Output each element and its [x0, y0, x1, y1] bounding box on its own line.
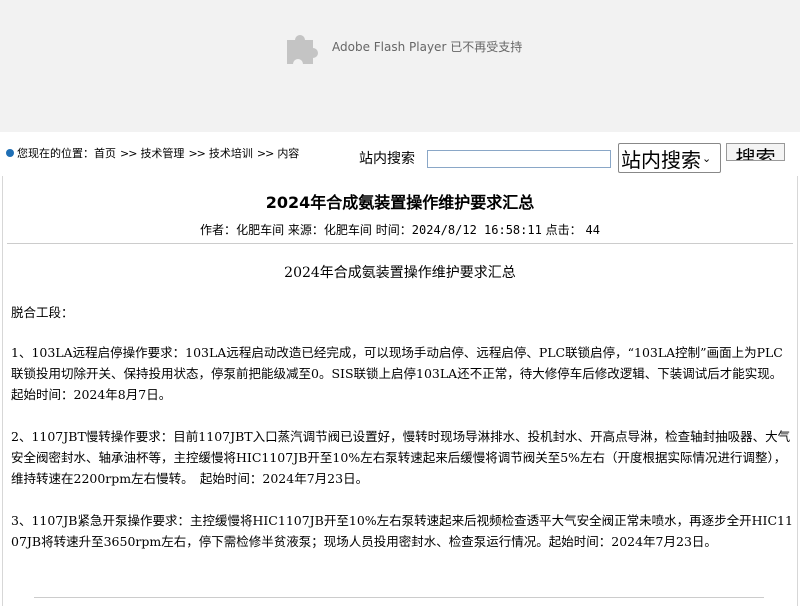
source-value: 化肥车间 — [323, 223, 372, 237]
paragraph: 2、1107JBT慢转操作要求：目前1107JBT入口蒸汽调节阀已设置好，慢转时… — [11, 429, 791, 486]
section-heading: 脱合工段： — [11, 305, 74, 320]
article-panel: 2024年合成氨装置操作维护要求汇总 作者：化肥车间 来源：化肥车间 时间：20… — [2, 176, 798, 606]
breadcrumb-home[interactable]: 首页 — [94, 145, 116, 161]
content-bottom-divider — [34, 597, 764, 598]
author-value: 化肥车间 — [236, 223, 285, 237]
search-scope-select[interactable]: 站内搜索 ⌄ — [618, 143, 721, 173]
search-label: 站内搜索 — [359, 151, 415, 167]
clicks-value: 44 — [585, 223, 600, 237]
breadcrumb-separator: >> — [188, 146, 205, 160]
breadcrumb-current: 内容 — [277, 147, 300, 160]
time-label: 时间： — [375, 223, 412, 237]
location-bar: 您现在的位置： 首页 >> 技术管理 >> 技术培训 >> 内容 站内搜索 站内… — [0, 140, 800, 174]
breadcrumb-prefix: 您现在的位置： — [17, 147, 94, 160]
puzzle-plugin-icon — [287, 35, 318, 64]
chevron-down-icon: ⌄ — [702, 151, 712, 165]
source-label: 来源： — [287, 223, 324, 237]
article-subtitle: 2024年合成氨装置操作维护要求汇总 — [284, 265, 516, 281]
time-value: 2024/8/12 16:58:11 — [411, 223, 542, 237]
flash-notice: Adobe Flash Player 已不再受支持 — [283, 26, 522, 66]
location-bullet-icon — [6, 149, 14, 157]
search-scope-value: 站内搜索 — [621, 147, 701, 172]
clicks-label: 点击： — [545, 223, 582, 237]
paragraph: 3、1107JB紧急开泵操作要求：主控缓慢将HIC1107JB开至10%左右泵转… — [11, 513, 793, 549]
breadcrumb: 您现在的位置： 首页 >> 技术管理 >> 技术培训 >> 内容 — [6, 145, 299, 161]
author-label: 作者： — [200, 223, 237, 237]
paragraph: 1、103LA远程启停操作要求：103LA远程启动改造已经完成，可以现场手动启停… — [11, 345, 783, 402]
title-divider — [7, 243, 793, 244]
search-input[interactable] — [427, 150, 611, 168]
search-button[interactable]: 搜索 — [726, 143, 785, 161]
breadcrumb-separator: >> — [256, 146, 274, 160]
flash-placeholder: Adobe Flash Player 已不再受支持 — [0, 0, 800, 132]
article-meta: 作者：化肥车间 来源：化肥车间 时间：2024/8/12 16:58:11 点击… — [3, 221, 797, 238]
flash-message: Adobe Flash Player 已不再受支持 — [332, 39, 523, 54]
breadcrumb-tech-management[interactable]: 技术管理 — [140, 145, 184, 161]
breadcrumb-tech-training[interactable]: 技术培训 — [209, 145, 253, 161]
article-title: 2024年合成氨装置操作维护要求汇总 — [265, 193, 535, 212]
breadcrumb-separator: >> — [120, 146, 137, 160]
